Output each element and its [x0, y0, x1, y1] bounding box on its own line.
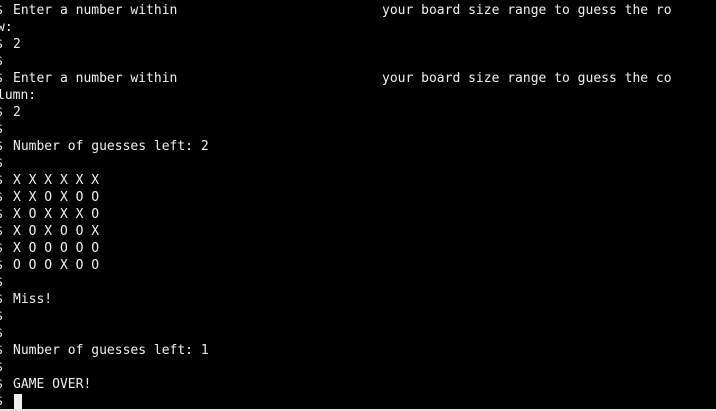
text-cursor [14, 394, 22, 409]
guesses-left-text: Number of guesses left: 2 [13, 139, 209, 154]
prompt-symbol: $ [0, 36, 7, 53]
prompt-symbol: $ [0, 291, 7, 308]
row-answer: 2 [13, 37, 21, 52]
guesses-left-text: Number of guesses left: 1 [13, 343, 209, 358]
board-row: X O X X X O [13, 207, 100, 222]
prompt-symbol: $ [0, 172, 7, 189]
board-line: $ X X X X X X [0, 172, 716, 189]
board-line: $ X X O X O O [0, 189, 716, 206]
column-prompt-text: Enter a number within [13, 71, 178, 86]
prompt-symbol: $ [0, 308, 7, 325]
prompt-symbol: $ [0, 342, 7, 359]
prompt-symbol: $ [0, 274, 7, 291]
column-prompt-wrap: lumn: [0, 88, 37, 103]
prompt-symbol: $ [0, 257, 7, 274]
prompt-symbol: $ [0, 155, 7, 172]
board-row: O O O X O O [13, 258, 100, 273]
board-row: X O X O O X [13, 224, 100, 239]
board-row: X X O X O O [13, 190, 100, 205]
terminal-line: $ [0, 155, 716, 172]
terminal-line: lumn: [0, 87, 716, 104]
board-row: X O O O O O [13, 241, 100, 256]
game-over-message: GAME OVER! [13, 377, 92, 392]
prompt-symbol: $ [0, 104, 7, 121]
board-line: $ O O O X O O [0, 257, 716, 274]
terminal-line: $ Enter a number within your board size … [0, 2, 716, 19]
board-line: $ X O X X X O [0, 206, 716, 223]
column-answer: 2 [13, 105, 21, 120]
terminal-line: $ 2 [0, 36, 716, 53]
current-prompt-line[interactable]: $ [0, 393, 716, 409]
terminal-line: $ Enter a number within your board size … [0, 70, 716, 87]
board-line: $ X O O O O O [0, 240, 716, 257]
terminal-line: $ 2 [0, 104, 716, 121]
prompt-symbol: $ [0, 376, 7, 393]
prompt-symbol: $ [0, 393, 7, 409]
prompt-symbol: $ [0, 2, 7, 19]
row-prompt-continuation: your board size range to guess the ro [382, 3, 672, 18]
prompt-symbol: $ [0, 325, 7, 342]
terminal-line: $ [0, 121, 716, 138]
prompt-symbol: $ [0, 53, 7, 70]
terminal-line: $ Miss! [0, 291, 716, 308]
terminal-line: $ Number of guesses left: 2 [0, 138, 716, 155]
terminal-window[interactable]: $ Enter a number within your board size … [0, 0, 716, 409]
column-prompt-continuation: your board size range to guess the co [382, 71, 672, 86]
terminal-line: $ [0, 274, 716, 291]
terminal-line: $ GAME OVER! [0, 376, 716, 393]
terminal-line: $ [0, 359, 716, 376]
miss-message: Miss! [13, 292, 53, 307]
prompt-symbol: $ [0, 223, 7, 240]
prompt-symbol: $ [0, 240, 7, 257]
terminal-line: $ Number of guesses left: 1 [0, 342, 716, 359]
prompt-symbol: $ [0, 206, 7, 223]
terminal-line: $ [0, 308, 716, 325]
terminal-line: w: [0, 19, 716, 36]
prompt-symbol: $ [0, 70, 7, 87]
board-row: X X X X X X [13, 173, 100, 188]
prompt-symbol: $ [0, 121, 7, 138]
row-prompt-wrap: w: [0, 20, 13, 35]
terminal-line: $ [0, 325, 716, 342]
prompt-symbol: $ [0, 359, 7, 376]
terminal-line: $ [0, 53, 716, 70]
prompt-symbol: $ [0, 189, 7, 206]
row-prompt-text: Enter a number within [13, 3, 178, 18]
board-line: $ X O X O O X [0, 223, 716, 240]
prompt-symbol: $ [0, 138, 7, 155]
